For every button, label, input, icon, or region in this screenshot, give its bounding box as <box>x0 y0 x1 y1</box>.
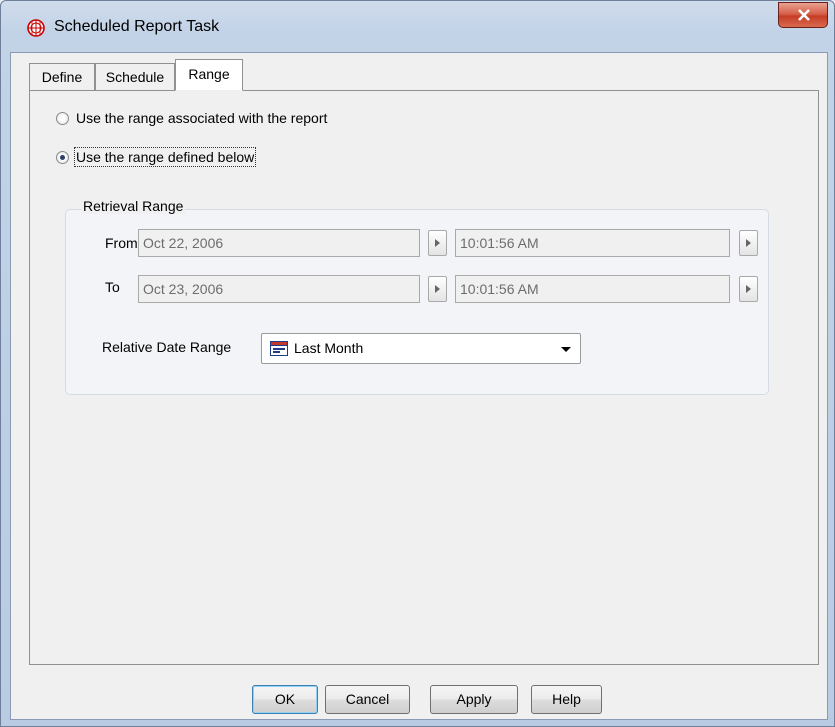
from-date-field[interactable]: Oct 22, 2006 <box>138 229 420 257</box>
relative-date-range-label: Relative Date Range <box>102 339 232 355</box>
help-button[interactable]: Help <box>531 685 602 714</box>
range-defined-radio[interactable] <box>56 150 69 164</box>
close-icon <box>798 9 810 21</box>
tab-schedule[interactable]: Schedule <box>95 63 175 91</box>
title-bar[interactable]: Scheduled Report Task <box>1 1 834 45</box>
cancel-button[interactable]: Cancel <box>325 685 410 714</box>
chevron-down-icon[interactable] <box>561 347 571 352</box>
range-defined-option[interactable]: Use the range defined below <box>56 147 257 167</box>
to-time-spin-button[interactable] <box>739 276 758 302</box>
range-report-label: Use the range associated with the report <box>76 110 328 126</box>
dialog-window: Scheduled Report Task Define Schedule Ra… <box>0 0 835 727</box>
to-date-spin-button[interactable] <box>428 276 447 302</box>
from-time-field[interactable]: 10:01:56 AM <box>455 229 730 257</box>
retrieval-range-title: Retrieval Range <box>81 198 186 214</box>
tab-range[interactable]: Range <box>175 59 243 91</box>
tab-define-label: Define <box>41 69 83 85</box>
app-globe-icon <box>27 19 45 37</box>
tab-define[interactable]: Define <box>29 63 95 91</box>
range-report-radio[interactable] <box>56 111 69 125</box>
relative-date-range-select[interactable]: Last Month <box>261 333 581 364</box>
dialog-client-area: Define Schedule Range Use the range asso… <box>10 52 828 720</box>
to-date-field[interactable]: Oct 23, 2006 <box>138 275 420 303</box>
tab-range-label: Range <box>188 66 230 82</box>
tab-schedule-label: Schedule <box>105 69 165 85</box>
range-defined-label: Use the range defined below <box>73 147 257 167</box>
close-button[interactable] <box>778 2 828 28</box>
window-title: Scheduled Report Task <box>54 18 220 35</box>
calendar-range-icon <box>270 341 288 356</box>
ok-button[interactable]: OK <box>252 685 318 714</box>
relative-date-range-value: Last Month <box>294 340 364 356</box>
from-date-spin-button[interactable] <box>428 230 447 256</box>
to-time-field[interactable]: 10:01:56 AM <box>455 275 730 303</box>
apply-button[interactable]: Apply <box>430 685 518 714</box>
range-report-option[interactable]: Use the range associated with the report <box>56 108 327 128</box>
from-label: From <box>105 235 138 251</box>
from-time-spin-button[interactable] <box>739 230 758 256</box>
to-label: To <box>105 279 120 295</box>
